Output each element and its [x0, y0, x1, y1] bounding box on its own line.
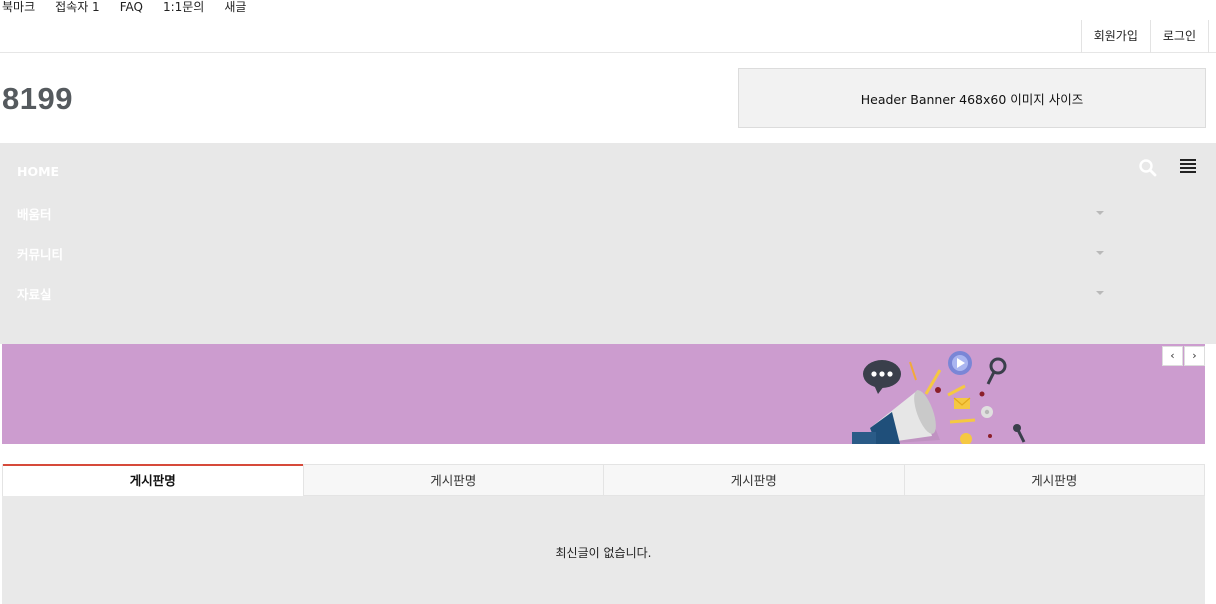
header-banner-text: Header Banner 468x60 이미지 사이즈 [860, 91, 1084, 107]
bookmark-link[interactable]: 북마크 [2, 0, 35, 14]
slider-prev-button[interactable]: ‹ [1162, 346, 1183, 366]
board-tabs: 게시판명 게시판명 게시판명 게시판명 [2, 464, 1205, 496]
auth-links: 회원가입 로그인 [1080, 20, 1209, 53]
new-posts-link[interactable]: 새글 [224, 0, 246, 14]
nav-item-home[interactable]: HOME [17, 164, 59, 179]
tab-board-2[interactable]: 게시판명 [302, 464, 603, 496]
inquiry-link[interactable]: 1:1문의 [163, 0, 204, 14]
site-logo[interactable]: 8199 [2, 80, 73, 118]
login-button[interactable]: 로그인 [1149, 20, 1209, 53]
megaphone-illustration [852, 351, 1026, 444]
main-nav: HOME 배움터 커뮤니티 자료실 [0, 143, 1216, 344]
header-banner[interactable]: Header Banner 468x60 이미지 사이즈 [738, 68, 1206, 128]
search-icon[interactable] [1137, 157, 1159, 179]
menu-icon[interactable] [1178, 159, 1198, 177]
join-button[interactable]: 회원가입 [1080, 20, 1150, 53]
nav-item-community[interactable]: 커뮤니티 [17, 244, 63, 263]
chevron-down-icon[interactable] [1096, 251, 1104, 255]
nav-item-resources[interactable]: 자료실 [17, 284, 52, 303]
nav-item-learn[interactable]: 배움터 [17, 204, 52, 223]
visitors-link[interactable]: 접속자 1 [55, 0, 100, 14]
slider-next-button[interactable]: › [1184, 346, 1205, 366]
top-links: 북마크 접속자 1 FAQ 1:1문의 새글 [2, 0, 246, 14]
empty-message: 최신글이 없습니다. [555, 546, 652, 560]
tab-board-3[interactable]: 게시판명 [603, 464, 904, 496]
tab-board-1[interactable]: 게시판명 [3, 464, 303, 496]
top-utility-bar: 북마크 접속자 1 FAQ 1:1문의 새글 회원가입 로그인 [0, 0, 1216, 53]
faq-link[interactable]: FAQ [120, 0, 143, 14]
chevron-down-icon[interactable] [1096, 291, 1104, 295]
main-slider [2, 344, 1205, 444]
tab-panel: 최신글이 없습니다. [2, 496, 1205, 604]
tab-board-4[interactable]: 게시판명 [903, 464, 1204, 496]
chevron-down-icon[interactable] [1096, 211, 1104, 215]
